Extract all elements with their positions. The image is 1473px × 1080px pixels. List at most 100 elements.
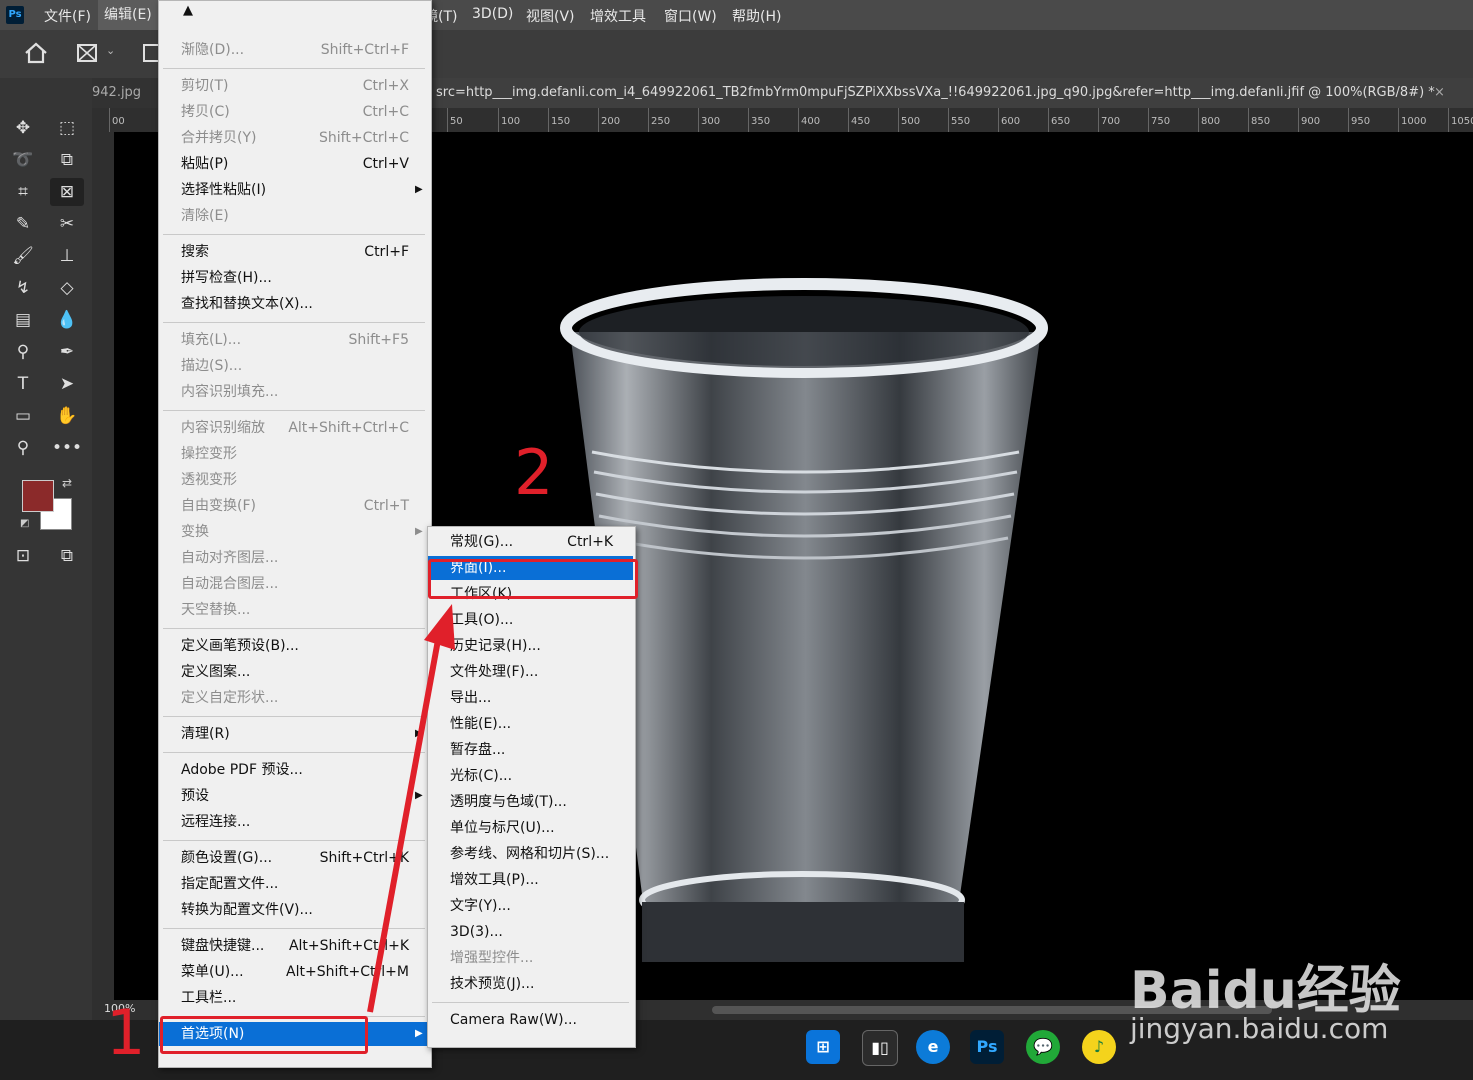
more-tools-icon[interactable]: ••• [50, 434, 84, 462]
menu-item[interactable]: 历史记录(H)... [428, 634, 633, 658]
menu-item[interactable]: 文件处理(F)... [428, 660, 633, 684]
music-app-icon[interactable]: ♪ [1082, 1030, 1116, 1064]
close-icon[interactable]: × [1434, 78, 1445, 108]
blur-icon[interactable]: 💧 [50, 306, 84, 334]
rectangle-icon[interactable]: ▭ [6, 402, 40, 430]
menu-item[interactable]: 光标(C)... [428, 764, 633, 788]
menu-item[interactable]: 导出... [428, 686, 633, 710]
crop-tool-icon[interactable]: ⌗ [6, 178, 40, 206]
menu-item[interactable]: 拼写检查(H)... [159, 266, 429, 290]
menu-item[interactable]: 变换 ▶ [159, 520, 429, 544]
tab-942[interactable]: 942.jpg [92, 78, 152, 108]
menu-item[interactable]: 描边(S)... [159, 354, 429, 378]
menu-item[interactable]: 3D(3)... [428, 920, 633, 944]
tab-active-document[interactable]: src=http___img.defanli.com_i4_649922061_… [430, 78, 1473, 108]
menu-item[interactable]: 键盘快捷键... Alt+Shift+Ctrl+K [159, 934, 429, 958]
windows-start-icon[interactable]: ⊞ [806, 1030, 840, 1064]
scroll-up-icon[interactable]: ▲ [183, 3, 193, 18]
quick-mask-icon[interactable]: ⊡ [6, 542, 40, 570]
menu-item[interactable]: 清除(E) [159, 204, 429, 228]
menu-item[interactable]: 透视变形 [159, 468, 429, 492]
menu-item[interactable]: 参考线、网格和切片(S)... [428, 842, 633, 866]
dodge-icon[interactable]: ⚲ [6, 338, 40, 366]
eraser-icon[interactable]: ◇ [50, 274, 84, 302]
menu-item[interactable]: 文字(Y)... [428, 894, 633, 918]
menu-item[interactable]: 单位与标尺(U)... [428, 816, 633, 840]
frame-tool-icon[interactable]: ⊠ [50, 178, 84, 206]
menu-view[interactable]: 视图(V) [526, 6, 575, 26]
menu-item[interactable]: 技术预览(J)... [428, 972, 633, 996]
hand-icon[interactable]: ✋ [50, 402, 84, 430]
menu-item[interactable]: 定义图案... [159, 660, 429, 684]
foreground-color-swatch[interactable] [22, 480, 54, 512]
menu-item[interactable]: 搜索 Ctrl+F [159, 240, 429, 264]
menu-item[interactable]: 填充(L)... Shift+F5 [159, 328, 429, 352]
menu-item[interactable]: 操控变形 [159, 442, 429, 466]
move-tool-icon[interactable]: ✥ [6, 114, 40, 142]
eyedropper-icon[interactable]: ✎ [6, 210, 40, 238]
menu-item-label: 预设 [181, 788, 209, 804]
menu-item[interactable]: 定义画笔预设(B)... [159, 634, 429, 658]
history-brush-icon[interactable]: ↯ [6, 274, 40, 302]
menu-item[interactable]: 自动对齐图层... [159, 546, 429, 570]
screen-mode-icon[interactable]: ⧉ [50, 542, 84, 570]
menu-item[interactable]: 远程连接... [159, 810, 429, 834]
menu-item[interactable]: 自由变换(F) Ctrl+T [159, 494, 429, 518]
edge-browser-icon[interactable]: e [916, 1030, 950, 1064]
menu-item[interactable]: 粘贴(P) Ctrl+V [159, 152, 429, 176]
object-select-icon[interactable]: ⧉ [50, 146, 84, 174]
path-select-icon[interactable]: ➤ [50, 370, 84, 398]
swap-colors-icon[interactable]: ⇄ [62, 476, 72, 490]
menu-item[interactable]: 内容识别缩放 Alt+Shift+Ctrl+C [159, 416, 429, 440]
menu-window[interactable]: 窗口(W) [664, 6, 717, 26]
menu-3d[interactable]: 3D(D) [472, 6, 513, 22]
menu-item[interactable]: 自动混合图层... [159, 572, 429, 596]
menu-item[interactable]: 拷贝(C) Ctrl+C [159, 100, 429, 124]
type-tool-icon[interactable]: T [6, 370, 40, 398]
menu-item[interactable]: 剪切(T) Ctrl+X [159, 74, 429, 98]
gradient-icon[interactable]: ▤ [6, 306, 40, 334]
menu-item[interactable]: 工具(O)... [428, 608, 633, 632]
menu-item[interactable]: 暂存盘... [428, 738, 633, 762]
menu-item[interactable]: 工具栏... [159, 986, 429, 1010]
menu-item[interactable]: 内容识别填充... [159, 380, 429, 404]
chevron-down-icon[interactable]: ⌄ [106, 44, 115, 57]
menu-item[interactable]: 定义自定形状... [159, 686, 429, 710]
menu-help[interactable]: 帮助(H) [732, 6, 781, 26]
menu-item[interactable]: 增强型控件... [428, 946, 633, 970]
lasso-tool-icon[interactable]: ➰ [6, 146, 40, 174]
menu-item[interactable]: 预设 ▶ [159, 784, 429, 808]
menu-item[interactable]: 增效工具(P)... [428, 868, 633, 892]
frame-tool-icon[interactable] [76, 42, 98, 64]
menu-item[interactable]: 渐隐(D)... Shift+Ctrl+F [159, 38, 429, 62]
widgets-icon[interactable]: ▮▯ [862, 1030, 898, 1066]
menu-item[interactable]: 清理(R) ▶ [159, 722, 429, 746]
marquee-tool-icon[interactable]: ⬚ [50, 114, 84, 142]
menu-item[interactable]: 菜单(U)... Alt+Shift+Ctrl+M [159, 960, 429, 984]
stamp-icon[interactable]: ⊥ [50, 242, 84, 270]
zoom-icon[interactable]: ⚲ [6, 434, 40, 462]
menu-item[interactable]: 选择性粘贴(I) ▶ [159, 178, 429, 202]
photoshop-taskbar-icon[interactable]: Ps [970, 1030, 1004, 1064]
menu-item[interactable]: 转换为配置文件(V)... [159, 898, 429, 922]
menu-plugins[interactable]: 增效工具 [590, 6, 646, 26]
menu-edit[interactable]: 编辑(E) [98, 0, 158, 30]
menu-item[interactable]: Camera Raw(W)... [428, 1008, 633, 1032]
wechat-icon[interactable]: 💬 [1026, 1030, 1060, 1064]
menu-item[interactable]: 颜色设置(G)... Shift+Ctrl+K [159, 846, 429, 870]
pen-icon[interactable]: ✒ [50, 338, 84, 366]
menu-item[interactable]: 天空替换... [159, 598, 429, 622]
menu-item[interactable]: 指定配置文件... [159, 872, 429, 896]
home-icon[interactable] [24, 42, 48, 64]
menu-item[interactable]: Adobe PDF 预设... [159, 758, 429, 782]
healing-icon[interactable]: ✂ [50, 210, 84, 238]
brush-icon[interactable]: 🖌 [6, 242, 40, 270]
menu-file[interactable]: 文件(F) [44, 6, 91, 26]
menu-item[interactable]: 查找和替换文本(X)... [159, 292, 429, 316]
menu-item[interactable]: 透明度与色域(T)... [428, 790, 633, 814]
default-colors-icon[interactable]: ◩ [20, 518, 29, 529]
menu-item[interactable]: 常规(G)... Ctrl+K [428, 530, 633, 554]
menu-item[interactable]: 合并拷贝(Y) Shift+Ctrl+C [159, 126, 429, 150]
menu-item-label: 内容识别填充... [181, 384, 279, 400]
menu-item[interactable]: 性能(E)... [428, 712, 633, 736]
